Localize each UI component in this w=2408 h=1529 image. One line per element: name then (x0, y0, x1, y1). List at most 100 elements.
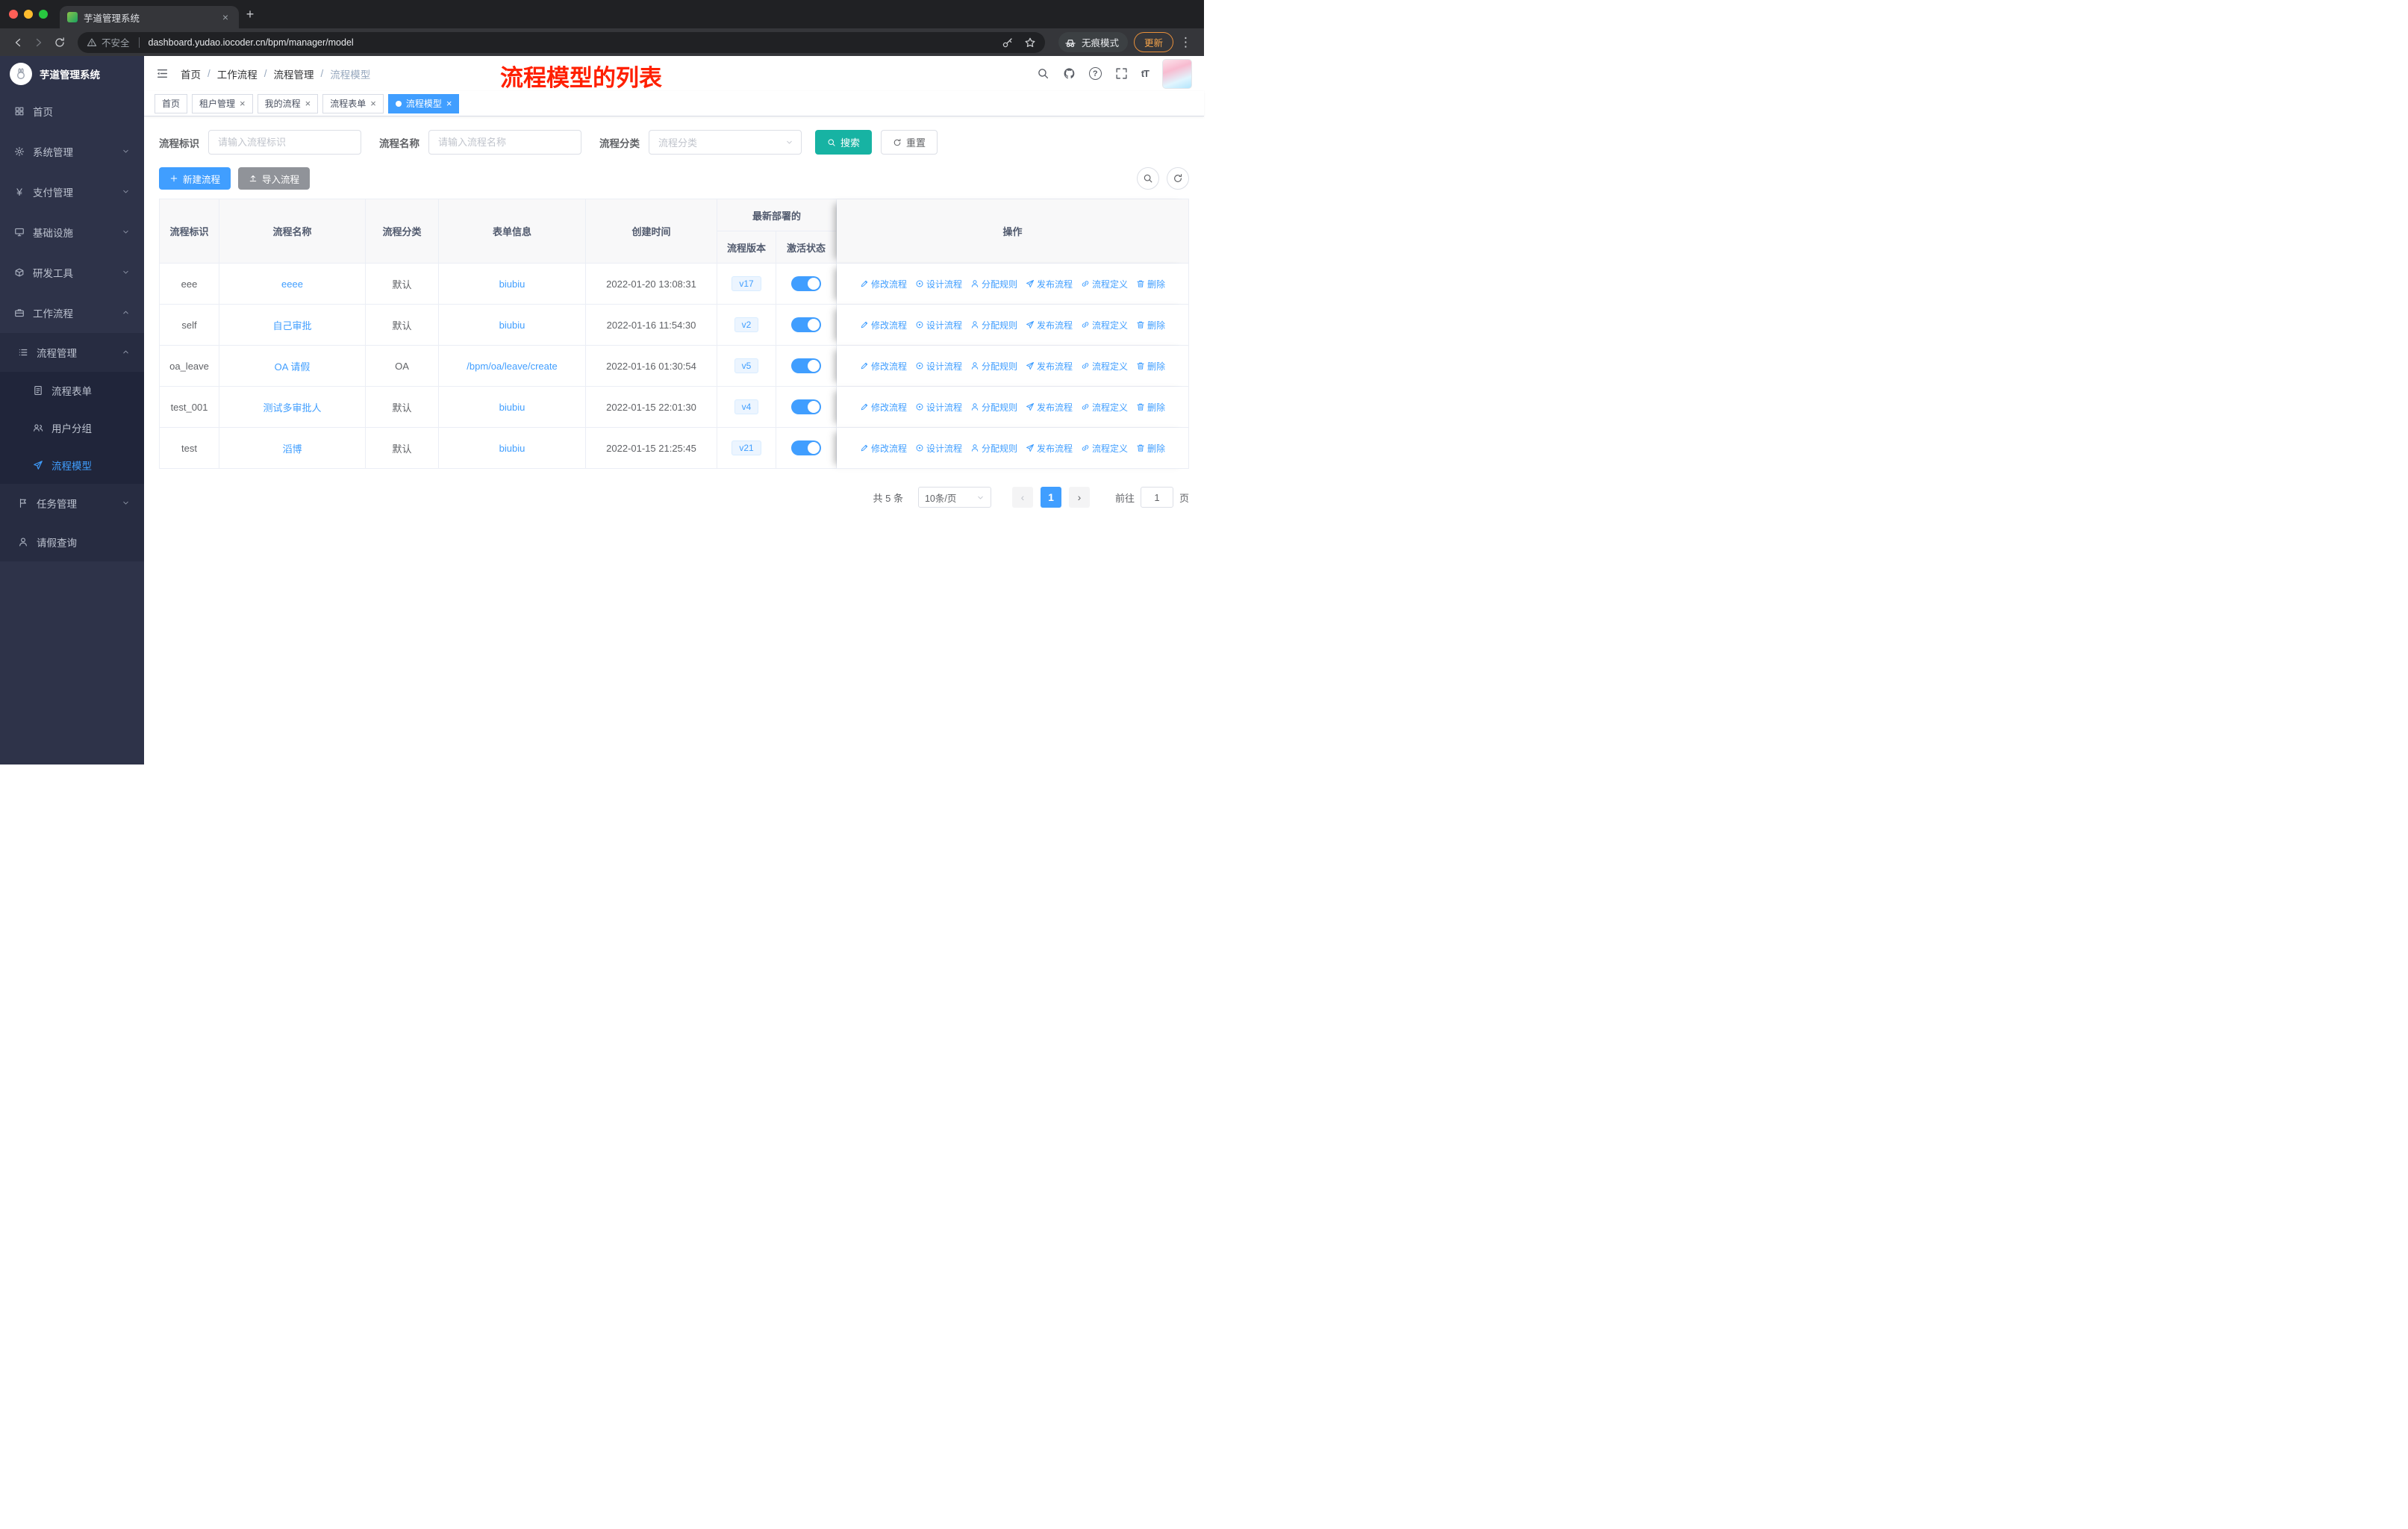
breadcrumb-workflow[interactable]: 工作流程 (217, 66, 258, 81)
assign-rule-link[interactable]: 分配规则 (970, 442, 1017, 455)
tag-close-icon[interactable]: × (305, 99, 311, 108)
window-zoom-button[interactable] (39, 10, 48, 19)
sidebar-item-user-group[interactable]: 用户分组 (0, 409, 144, 446)
github-icon[interactable] (1063, 67, 1076, 80)
sidebar-item-payment[interactable]: ¥ 支付管理 (0, 172, 144, 212)
form-link[interactable]: biubiu (499, 278, 525, 290)
tag-close-icon[interactable]: × (446, 99, 452, 108)
breadcrumb-home[interactable]: 首页 (181, 66, 201, 81)
process-name-link[interactable]: 测试多审批人 (263, 402, 321, 414)
tag-my-process[interactable]: 我的流程 × (257, 93, 319, 113)
tag-process-model-active[interactable]: 流程模型 × (387, 93, 460, 113)
process-name-input[interactable] (428, 130, 581, 155)
tag-tenant[interactable]: 租户管理 × (192, 93, 253, 113)
sidebar-item-process-model[interactable]: 流程模型 (0, 446, 144, 484)
edit-process-link[interactable]: 修改流程 (860, 442, 907, 455)
delete-process-link[interactable]: 删除 (1136, 360, 1165, 373)
sidebar-item-system[interactable]: 系统管理 (0, 131, 144, 172)
next-page-button[interactable]: › (1068, 487, 1090, 508)
process-definition-link[interactable]: 流程定义 (1081, 442, 1128, 455)
bookmark-star-icon[interactable] (1024, 37, 1036, 49)
page-1-button[interactable]: 1 (1040, 487, 1061, 508)
sidebar-item-task-mgmt[interactable]: 任务管理 (0, 484, 144, 523)
font-size-icon[interactable]: tT (1141, 68, 1150, 79)
process-category-select[interactable]: 流程分类 (649, 130, 802, 155)
browser-tab[interactable]: 芋道管理系统 × (60, 6, 239, 28)
import-process-button[interactable]: 导入流程 (238, 167, 311, 190)
reload-button[interactable] (49, 32, 70, 53)
refresh-table-button[interactable] (1167, 167, 1189, 190)
process-definition-link[interactable]: 流程定义 (1081, 401, 1128, 414)
user-avatar[interactable] (1162, 58, 1192, 89)
design-process-link[interactable]: 设计流程 (915, 442, 962, 455)
assign-rule-link[interactable]: 分配规则 (970, 278, 1017, 290)
delete-process-link[interactable]: 删除 (1136, 442, 1165, 455)
edit-process-link[interactable]: 修改流程 (860, 319, 907, 331)
tab-close-icon[interactable]: × (219, 10, 231, 24)
window-close-button[interactable] (9, 10, 18, 19)
browser-update-button[interactable]: 更新 (1133, 32, 1173, 52)
tag-home[interactable]: 首页 (155, 93, 188, 113)
process-name-link[interactable]: eeee (281, 278, 303, 290)
sidebar-item-workflow[interactable]: 工作流程 (0, 293, 144, 333)
publish-process-link[interactable]: 发布流程 (1026, 401, 1073, 414)
reset-button[interactable]: 重置 (881, 130, 938, 155)
toggle-search-button[interactable] (1137, 167, 1159, 190)
prev-page-button[interactable]: ‹ (1011, 487, 1033, 508)
publish-process-link[interactable]: 发布流程 (1026, 442, 1073, 455)
edit-process-link[interactable]: 修改流程 (860, 401, 907, 414)
design-process-link[interactable]: 设计流程 (915, 360, 962, 373)
url-text[interactable]: dashboard.yudao.iocoder.cn/bpm/manager/m… (149, 37, 354, 48)
delete-process-link[interactable]: 删除 (1136, 401, 1165, 414)
design-process-link[interactable]: 设计流程 (915, 319, 962, 331)
sidebar-item-leave-query[interactable]: 请假查询 (0, 523, 144, 561)
assign-rule-link[interactable]: 分配规则 (970, 319, 1017, 331)
form-link[interactable]: biubiu (499, 402, 525, 413)
process-name-link[interactable]: OA 请假 (275, 361, 311, 373)
form-link[interactable]: biubiu (499, 320, 525, 331)
publish-process-link[interactable]: 发布流程 (1026, 360, 1073, 373)
search-icon[interactable] (1037, 67, 1049, 80)
process-name-link[interactable]: 滔博 (282, 443, 302, 455)
help-icon[interactable]: ? (1088, 67, 1102, 80)
goto-page-input[interactable] (1140, 487, 1173, 508)
edit-process-link[interactable]: 修改流程 (860, 278, 907, 290)
active-toggle[interactable] (791, 440, 821, 455)
create-process-button[interactable]: 新建流程 (159, 167, 231, 190)
fullscreen-icon[interactable] (1115, 67, 1128, 80)
sidebar-item-process-form[interactable]: 流程表单 (0, 372, 144, 409)
window-minimize-button[interactable] (24, 10, 33, 19)
process-id-input[interactable] (208, 130, 361, 155)
active-toggle[interactable] (791, 317, 821, 332)
process-definition-link[interactable]: 流程定义 (1081, 278, 1128, 290)
form-link[interactable]: /bpm/oa/leave/create (467, 361, 557, 372)
search-button[interactable]: 搜索 (815, 130, 873, 155)
assign-rule-link[interactable]: 分配规则 (970, 401, 1017, 414)
sidebar-item-infra[interactable]: 基础设施 (0, 212, 144, 252)
tag-close-icon[interactable]: × (370, 99, 376, 108)
sidebar-fold-icon[interactable] (156, 67, 169, 80)
publish-process-link[interactable]: 发布流程 (1026, 319, 1073, 331)
sidebar-item-devtools[interactable]: 研发工具 (0, 252, 144, 293)
security-label[interactable]: 不安全 (102, 35, 130, 49)
page-size-select[interactable]: 10条/页 (917, 487, 991, 508)
tag-process-form[interactable]: 流程表单 × (322, 93, 384, 113)
process-name-link[interactable]: 自己审批 (272, 320, 311, 331)
process-definition-link[interactable]: 流程定义 (1081, 319, 1128, 331)
tag-close-icon[interactable]: × (240, 99, 246, 108)
active-toggle[interactable] (791, 276, 821, 291)
form-link[interactable]: biubiu (499, 443, 525, 454)
active-toggle[interactable] (791, 399, 821, 414)
address-bar[interactable]: 不安全 dashboard.yudao.iocoder.cn/bpm/manag… (78, 31, 1045, 53)
forward-button[interactable] (28, 32, 49, 53)
assign-rule-link[interactable]: 分配规则 (970, 360, 1017, 373)
sidebar-item-process-mgmt[interactable]: 流程管理 (0, 333, 144, 372)
design-process-link[interactable]: 设计流程 (915, 401, 962, 414)
process-definition-link[interactable]: 流程定义 (1081, 360, 1128, 373)
delete-process-link[interactable]: 删除 (1136, 319, 1165, 331)
key-icon[interactable] (1002, 37, 1014, 49)
design-process-link[interactable]: 设计流程 (915, 278, 962, 290)
breadcrumb-process-mgmt[interactable]: 流程管理 (274, 66, 314, 81)
browser-menu-icon[interactable]: ⋮ (1173, 35, 1197, 50)
new-tab-button[interactable]: + (239, 3, 261, 25)
